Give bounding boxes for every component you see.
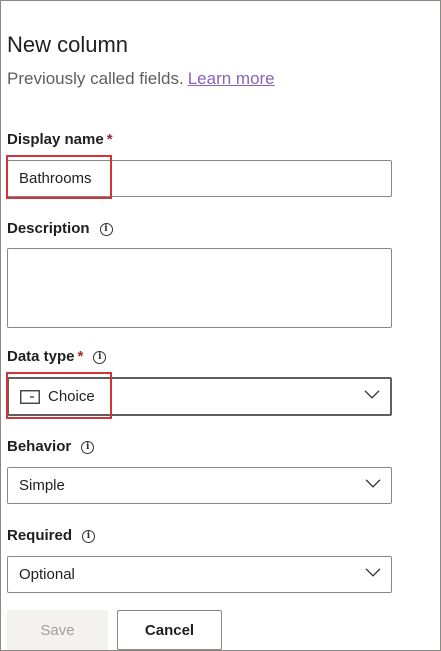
description-input[interactable]	[7, 248, 392, 328]
required-label-text: Required	[7, 527, 73, 544]
info-icon[interactable]: i	[93, 350, 107, 364]
display-name-label-text: Display name	[7, 131, 104, 148]
panel-footer: Save Cancel	[1, 598, 440, 650]
save-button[interactable]: Save	[7, 610, 108, 650]
display-name-label: Display name *	[7, 130, 113, 150]
display-name-value: Bathrooms	[19, 170, 92, 187]
behavior-value: Simple	[19, 477, 65, 494]
info-icon[interactable]: i	[82, 529, 96, 543]
required-asterisk: *	[77, 348, 84, 365]
required-value: Optional	[19, 566, 75, 583]
new-column-panel: New column Previously called fields. Lear…	[0, 0, 441, 651]
description-label-text: Description	[7, 220, 90, 237]
cancel-button[interactable]: Cancel	[117, 610, 222, 650]
required-label: Required i	[7, 526, 96, 546]
panel-subtitle: Previously called fields. Learn more	[7, 68, 275, 90]
data-type-label: Data type * i	[7, 347, 107, 367]
required-dropdown[interactable]: Optional	[7, 556, 392, 593]
required-asterisk: *	[106, 131, 113, 148]
behavior-label: Behavior i	[7, 437, 95, 457]
required-dropdown-clip: Optional	[7, 556, 392, 598]
chevron-down-icon	[364, 386, 380, 403]
panel-title: New column	[7, 32, 129, 57]
behavior-label-text: Behavior	[7, 438, 72, 455]
info-icon[interactable]: i	[99, 222, 113, 236]
data-type-value: Choice	[48, 388, 95, 405]
behavior-dropdown[interactable]: Simple	[7, 467, 392, 504]
info-icon[interactable]: i	[81, 440, 95, 454]
choice-icon	[20, 389, 40, 404]
learn-more-link[interactable]: Learn more	[188, 69, 275, 88]
display-name-input[interactable]: Bathrooms	[7, 160, 392, 197]
subtitle-text: Previously called fields.	[7, 69, 184, 88]
data-type-label-text: Data type	[7, 348, 75, 365]
chevron-down-icon	[365, 564, 381, 581]
description-label: Description i	[7, 219, 113, 239]
chevron-down-icon	[365, 475, 381, 492]
data-type-dropdown[interactable]: Choice	[7, 377, 392, 416]
